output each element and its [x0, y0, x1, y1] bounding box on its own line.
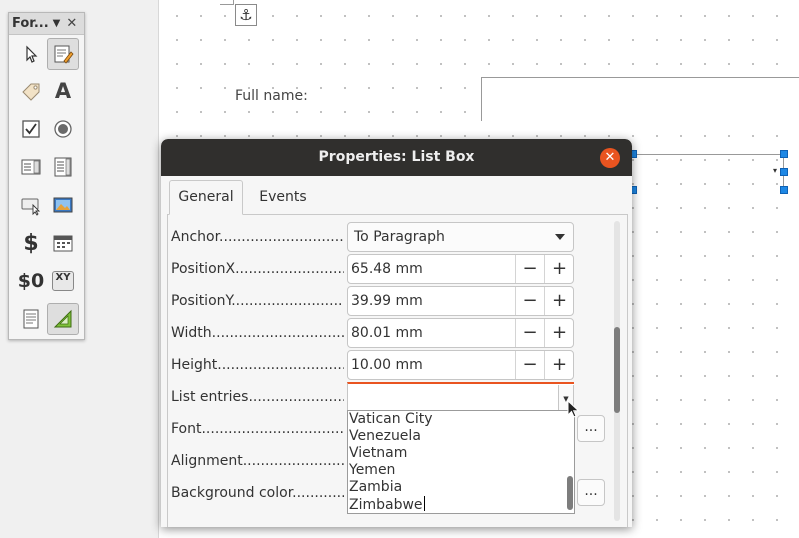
anchor-icon[interactable]: ⚓: [235, 4, 257, 26]
toolbar-close-icon[interactable]: ✕: [66, 16, 77, 31]
position-y-input[interactable]: 39.99 mm: [348, 287, 516, 315]
list-item[interactable]: Zambia: [349, 479, 402, 496]
currency-field-button[interactable]: $: [15, 227, 47, 259]
position-x-increment-button[interactable]: +: [545, 255, 574, 283]
pattern-field-button[interactable]: XY: [47, 265, 79, 297]
form-properties-icon: [23, 309, 39, 329]
width-spinner: 80.01 mm − +: [347, 318, 574, 348]
alignment-label: Alignment..............................: [171, 453, 344, 469]
toolbar-header[interactable]: For... ▼ ✕: [9, 13, 84, 35]
height-input[interactable]: 10.00 mm: [348, 351, 516, 379]
text-box-button[interactable]: A: [47, 75, 79, 107]
pattern-field-icon: XY: [52, 271, 74, 291]
height-label: Height..................................: [171, 357, 344, 373]
scroll-thumb[interactable]: [614, 327, 620, 413]
width-label: Width..................................: [171, 325, 344, 341]
chevron-down-icon: [555, 234, 565, 240]
list-box-icon: [21, 159, 41, 175]
combo-box-icon: [54, 157, 72, 177]
tab-events[interactable]: Events: [253, 180, 313, 215]
list-entries-popup: Vatican City Venezuela Vietnam Yemen Zam…: [347, 410, 575, 514]
select-button[interactable]: [15, 38, 47, 70]
position-x-input[interactable]: 65.48 mm: [348, 255, 516, 283]
width-decrement-button[interactable]: −: [516, 319, 545, 347]
tab-strip: General Events: [167, 180, 628, 215]
background-color-label: Background color................: [171, 485, 344, 501]
background-color-browse-button[interactable]: ...: [577, 479, 605, 506]
tab-general[interactable]: General: [169, 180, 243, 215]
label-field-button[interactable]: [15, 75, 47, 107]
image-button-tool-button[interactable]: [47, 189, 79, 221]
text-box-icon: A: [54, 79, 72, 103]
properties-dialog: Properties: List Box ✕ General Events An…: [161, 139, 632, 527]
list-item-text: Zimbabwe: [349, 497, 423, 513]
list-item[interactable]: Yemen: [349, 462, 395, 479]
numeric-field-icon: $0: [17, 270, 45, 292]
mouse-pointer-icon: [567, 400, 580, 418]
list-item[interactable]: Venezuela: [349, 428, 421, 445]
dialog-titlebar[interactable]: Properties: List Box ✕: [161, 139, 632, 176]
height-decrement-button[interactable]: −: [516, 351, 545, 379]
page-corner-mark: [220, 0, 234, 5]
anchor-value: To Paragraph: [354, 229, 445, 245]
toolbar-title: For...: [12, 16, 49, 31]
list-box-control[interactable]: [632, 154, 784, 190]
label-tag-icon: [22, 83, 40, 101]
position-x-decrement-button[interactable]: −: [516, 255, 545, 283]
pattern-field-label: XY: [55, 272, 71, 283]
check-box-button[interactable]: [15, 113, 47, 145]
push-button-tool-button[interactable]: [15, 189, 47, 221]
list-item[interactable]: Vietnam: [349, 445, 407, 462]
design-mode-icon: [54, 45, 74, 64]
height-increment-button[interactable]: +: [545, 351, 574, 379]
list-entries-label: List entries...........................: [171, 389, 344, 405]
selection-handle[interactable]: [780, 186, 788, 194]
list-box-arrow-icon: ▾: [773, 166, 778, 175]
full-name-text-field[interactable]: [481, 77, 799, 121]
position-x-label: PositionX.............................: [171, 261, 344, 277]
anchor-dropdown[interactable]: To Paragraph: [347, 222, 574, 252]
date-field-button[interactable]: [47, 227, 79, 259]
option-button-icon: [54, 120, 72, 138]
toolbar-menu-icon[interactable]: ▼: [53, 18, 61, 29]
width-increment-button[interactable]: +: [545, 319, 574, 347]
panel-scrollbar[interactable]: [610, 221, 622, 521]
full-name-label[interactable]: Full name:: [235, 88, 308, 104]
currency-field-icon: $: [23, 230, 39, 256]
position-y-decrement-button[interactable]: −: [516, 287, 545, 315]
selection-handle[interactable]: [780, 150, 788, 158]
check-box-icon: [22, 120, 40, 138]
list-item-editing[interactable]: Zimbabwe: [349, 496, 425, 513]
close-icon[interactable]: ✕: [600, 148, 620, 168]
list-box-tool-button[interactable]: [15, 151, 47, 183]
design-mode-button[interactable]: [47, 38, 79, 70]
position-y-spinner: 39.99 mm − +: [347, 286, 574, 316]
dialog-title: Properties: List Box: [318, 149, 475, 165]
position-y-label: PositionY.............................: [171, 293, 344, 309]
option-button-button[interactable]: [47, 113, 79, 145]
position-x-spinner: 65.48 mm − +: [347, 254, 574, 284]
form-properties-button[interactable]: [15, 303, 47, 335]
list-entries-input[interactable]: [347, 382, 574, 410]
combo-box-tool-button[interactable]: [47, 151, 79, 183]
form-wizards-button[interactable]: [47, 303, 79, 335]
numeric-field-button[interactable]: $0: [15, 265, 47, 297]
anchor-label: Anchor................................: [171, 229, 344, 245]
list-item[interactable]: Vatican City: [349, 411, 433, 428]
position-y-increment-button[interactable]: +: [545, 287, 574, 315]
popup-scroll-thumb[interactable]: [567, 476, 573, 510]
form-controls-toolbar: For... ▼ ✕ A $ $0 XY: [8, 12, 85, 340]
push-button-icon: [21, 198, 41, 216]
date-field-icon: [53, 235, 73, 252]
popup-scrollbar[interactable]: [564, 412, 574, 512]
select-arrow-icon: [26, 45, 38, 63]
width-input[interactable]: 80.01 mm: [348, 319, 516, 347]
image-button-icon: [53, 197, 73, 213]
text-caret: [423, 496, 425, 511]
height-spinner: 10.00 mm − +: [347, 350, 574, 380]
selection-handle[interactable]: [780, 168, 788, 176]
form-wizards-icon: [53, 309, 72, 328]
font-browse-button[interactable]: ...: [577, 415, 605, 442]
font-label: Font....................................…: [171, 421, 344, 437]
